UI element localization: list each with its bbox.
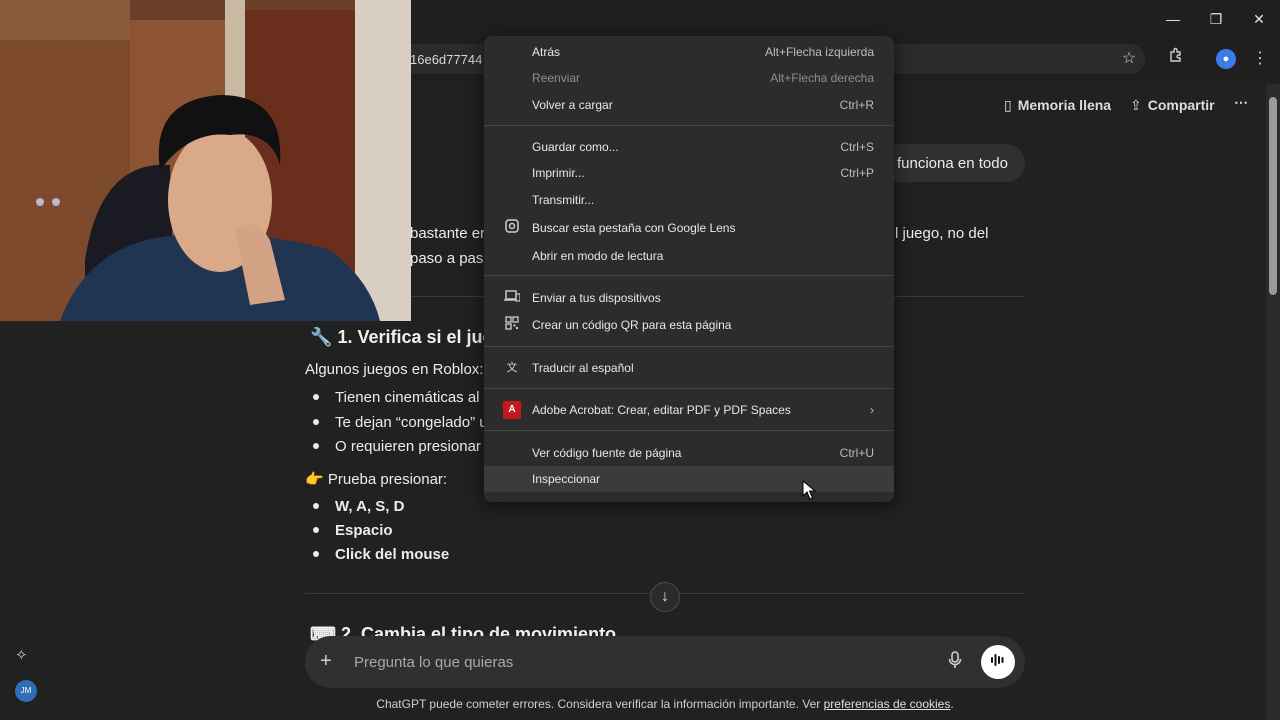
menu-item-label: Transmitir... [532,193,595,207]
mic-icon[interactable] [948,651,962,674]
bullet [313,394,319,400]
devices-icon [503,289,521,307]
response-text: l juego, no del [895,225,989,242]
share-icon: ⇪ [1130,97,1142,113]
menu-separator [484,125,894,126]
prompt-input[interactable]: Pregunta lo que quieras [354,654,513,671]
pointing-hand-icon: 👉 [305,471,324,488]
bullet [313,419,319,425]
share-label: Compartir [1147,97,1215,113]
menu-item-shortcut: Ctrl+S [840,140,874,154]
webcam-overlay [0,0,411,321]
memory-label: Memoria llena [1017,97,1112,113]
menu-item-inspect[interactable]: Inspeccionar [484,466,894,492]
user-message-text: funciona en todo [897,155,1008,172]
menu-item-label: Guardar como... [532,140,619,154]
mouse-cursor-icon [802,479,817,505]
list-item: O requieren presionar [335,438,481,455]
webcam-feed-image [0,0,411,321]
cookie-preferences-link[interactable]: preferencias de cookies [824,697,951,711]
try-label: Prueba presionar: [327,471,448,488]
menu-item-shortcut: Ctrl+R [839,98,874,112]
menu-item-label: Reenviar [532,71,581,85]
menu-item-label: Buscar esta pestaña con Google Lens [532,221,736,235]
section-heading: 🔧 1. Verifica si el jue [310,327,493,348]
qr-icon [503,316,521,334]
response-text: paso a paso [410,250,492,267]
bullet [313,527,319,533]
menu-item-label: Inspeccionar [532,472,601,486]
list-item: Espacio [335,522,393,539]
menu-item-print[interactable]: Imprimir... Ctrl+P [484,160,894,186]
menu-item-label: Adobe Acrobat: Crear, editar PDF y PDF S… [532,403,791,417]
list-item: Click del mouse [335,546,450,563]
footer-end: . [950,697,954,711]
menu-item-shortcut: Alt+Flecha derecha [770,71,874,85]
translate-icon: 文 [506,362,518,374]
menu-item-shortcut: Alt+Flecha izquierda [764,45,874,59]
profile-avatar[interactable]: ● [1216,49,1236,69]
close-window-button[interactable]: ✕ [1244,8,1274,30]
menu-item-shortcut: Ctrl+U [839,446,874,460]
menu-item-label: Abrir en modo de lectura [532,249,664,263]
list-item: Te dejan “congelado” u [335,414,488,431]
menu-separator [484,388,894,389]
menu-item-label: Imprimir... [532,166,585,180]
try-text: 👉 Prueba presionar: [305,470,447,488]
list-item: Tienen cinemáticas al i [335,389,488,406]
wrench-icon: 🔧 [310,327,333,347]
menu-separator [484,275,894,276]
footer-text: ChatGPT puede cometer errores. Considera… [376,697,821,711]
menu-item-shortcut: Ctrl+P [840,166,874,180]
menu-item-reading-mode[interactable]: Abrir en modo de lectura [484,243,894,269]
menu-separator [484,346,894,347]
voice-icon[interactable] [981,645,1015,679]
menu-item-adobe-acrobat[interactable]: A Adobe Acrobat: Crear, editar PDF y PDF… [484,397,894,423]
add-attachment-button[interactable]: + [320,650,332,673]
memory-indicator[interactable]: ▯ Memoria llena [1004,97,1111,114]
sparkle-icon[interactable]: ✧ [15,646,28,664]
intro-text: Algunos juegos en Roblox: [305,361,484,378]
url-text: 16e6d77744 [410,52,483,67]
star-icon[interactable]: ☆ [1116,46,1142,72]
bullet [313,551,319,557]
menu-separator [484,430,894,431]
scroll-down-button[interactable]: ↓ [650,582,680,612]
menu-item-translate[interactable]: 文 Traducir al español [484,355,894,381]
menu-item-google-lens[interactable]: Buscar esta pestaña con Google Lens [484,215,894,241]
more-options-button[interactable]: ⋯ [1234,94,1248,111]
kebab-icon[interactable]: ⋮ [1247,46,1273,72]
response-text: bastante er [410,225,486,242]
menu-item-label: Volver a cargar [532,98,613,112]
scrollbar-thumb[interactable] [1269,97,1277,295]
menu-item-view-source[interactable]: Ver código fuente de página Ctrl+U [484,440,894,466]
menu-item-qr-code[interactable]: Crear un código QR para esta página [484,312,894,338]
footer-disclaimer: ChatGPT puede cometer errores. Considera… [0,697,1280,711]
bullet [313,503,319,509]
list-item: W, A, S, D [335,498,405,515]
user-avatar[interactable]: JM [15,680,37,702]
memory-icon: ▯ [1004,97,1012,113]
section-heading-text: 1. Verifica si el jue [337,327,493,347]
menu-item-label: Atrás [532,45,561,59]
menu-item-forward[interactable]: Reenviar Alt+Flecha derecha [484,65,894,91]
bullet [313,443,319,449]
menu-item-back[interactable]: Atrás Alt+Flecha izquierda [484,39,894,65]
menu-item-reload[interactable]: Volver a cargar Ctrl+R [484,92,894,118]
submenu-chevron-icon: › [870,403,874,417]
share-button[interactable]: ⇪ Compartir [1130,97,1215,114]
menu-item-send-to-devices[interactable]: Enviar a tus dispositivos [484,285,894,311]
extensions-icon[interactable] [1163,46,1189,72]
restore-button[interactable]: ❐ [1201,8,1231,30]
lens-icon [503,219,521,237]
menu-item-label: Traducir al español [532,361,634,375]
menu-item-label: Crear un código QR para esta página [532,318,732,332]
pdf-icon: A [503,401,521,419]
minimize-button[interactable]: — [1158,8,1188,30]
menu-item-label: Enviar a tus dispositivos [532,291,661,305]
menu-item-label: Ver código fuente de página [532,446,682,460]
menu-item-save-as[interactable]: Guardar como... Ctrl+S [484,134,894,160]
menu-item-cast[interactable]: Transmitir... [484,187,894,213]
